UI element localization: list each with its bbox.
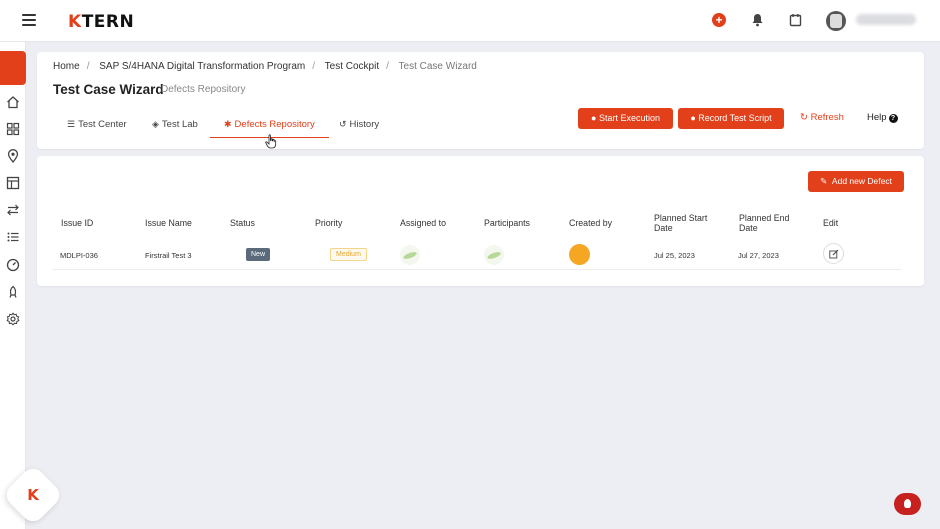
history-icon: ↺ (339, 119, 347, 129)
ktern-assistant-button[interactable]: K (1, 463, 65, 527)
record-icon: ● (690, 113, 696, 123)
lightbulb-help-button[interactable] (894, 493, 921, 515)
transfer-arrows-icon[interactable] (6, 203, 20, 217)
breadcrumb-program[interactable]: SAP S/4HANA Digital Transformation Progr… (99, 61, 305, 72)
creator-avatar[interactable] (569, 244, 590, 265)
defects-table-card: ✎ Add new Defect Issue ID Issue Name Sta… (37, 156, 924, 286)
hand-cursor-icon (265, 134, 277, 149)
table-row[interactable]: MDLPI-036 Firstrail Test 3 New Medium Ju… (53, 240, 901, 270)
sidebar (0, 42, 26, 529)
assignee-avatar[interactable] (400, 245, 420, 265)
list-icon: ☰ (67, 119, 76, 129)
location-pin-icon[interactable] (6, 149, 20, 163)
column-header: Status (230, 218, 255, 228)
breadcrumb-current: Test Case Wizard (398, 61, 477, 72)
bell-icon[interactable] (751, 13, 764, 32)
refresh-button[interactable]: ↻ Refresh (800, 112, 844, 123)
gauge-icon[interactable] (6, 258, 20, 272)
column-header: Planned Start Date (654, 213, 708, 233)
edit-icon (829, 249, 839, 259)
top-bar: KTERN + (0, 0, 940, 42)
breadcrumb-home[interactable]: Home (53, 61, 80, 72)
column-header: Assigned to (400, 218, 446, 228)
add-new-defect-button[interactable]: ✎ Add new Defect (808, 171, 904, 192)
tab-test-lab[interactable]: ◈ Test Lab (138, 110, 212, 138)
question-icon: ? (888, 114, 898, 123)
menu-icon[interactable] (22, 14, 36, 26)
status-badge: New (246, 248, 271, 261)
calendar-icon[interactable] (789, 13, 802, 32)
column-header: Priority (315, 218, 343, 228)
rocket-icon[interactable] (6, 285, 20, 299)
column-header: Created by (569, 218, 613, 228)
settings-gear-icon[interactable] (6, 312, 20, 326)
user-play-icon: ● (591, 113, 597, 123)
record-test-script-button[interactable]: ● Record Test Script (678, 108, 784, 129)
sidebar-active-indicator (0, 51, 26, 85)
breadcrumb: Home / SAP S/4HANA Digital Transformation… (53, 61, 477, 72)
tab-history[interactable]: ↺ History (325, 110, 393, 138)
column-header: Edit (823, 218, 839, 228)
participant-avatar[interactable] (484, 245, 504, 265)
planned-end-cell: Jul 27, 2023 (738, 251, 779, 260)
refresh-icon: ↻ (800, 112, 808, 123)
column-header: Planned End Date (739, 213, 790, 233)
breadcrumb-test-cockpit[interactable]: Test Cockpit (325, 61, 379, 72)
user-name-blurred[interactable] (856, 14, 916, 25)
help-button[interactable]: Help? (867, 112, 898, 123)
bug-icon: ✱ (224, 119, 232, 129)
column-header: Participants (484, 218, 530, 228)
ktern-k-icon: K (27, 486, 39, 504)
column-header: Issue ID (61, 218, 94, 228)
edit-button[interactable] (823, 243, 844, 264)
issue-name-cell[interactable]: Firstrail Test 3 (145, 251, 192, 260)
user-avatar[interactable] (826, 11, 846, 31)
page-subtitle: Defects Repository (161, 84, 246, 95)
edit-square-icon: ✎ (820, 176, 828, 186)
board-icon[interactable] (6, 176, 20, 190)
planned-start-cell: Jul 25, 2023 (654, 251, 695, 260)
tab-test-center[interactable]: ☰ Test Center (53, 110, 141, 138)
add-icon[interactable]: + (712, 13, 726, 27)
priority-badge: Medium (330, 248, 367, 261)
page-title: Test Case Wizard (53, 82, 164, 97)
ktern-logo[interactable]: KTERN (68, 12, 134, 32)
home-icon[interactable] (6, 95, 20, 109)
issue-id-cell[interactable]: MDLPI-036 (60, 251, 98, 260)
dashboard-grid-icon[interactable] (6, 122, 20, 136)
column-header: Issue Name (145, 218, 192, 228)
start-execution-button[interactable]: ● Start Execution (578, 108, 673, 129)
page-header-card: Home / SAP S/4HANA Digital Transformation… (37, 52, 924, 149)
list-icon[interactable] (6, 230, 20, 244)
cube-icon: ◈ (152, 119, 159, 129)
